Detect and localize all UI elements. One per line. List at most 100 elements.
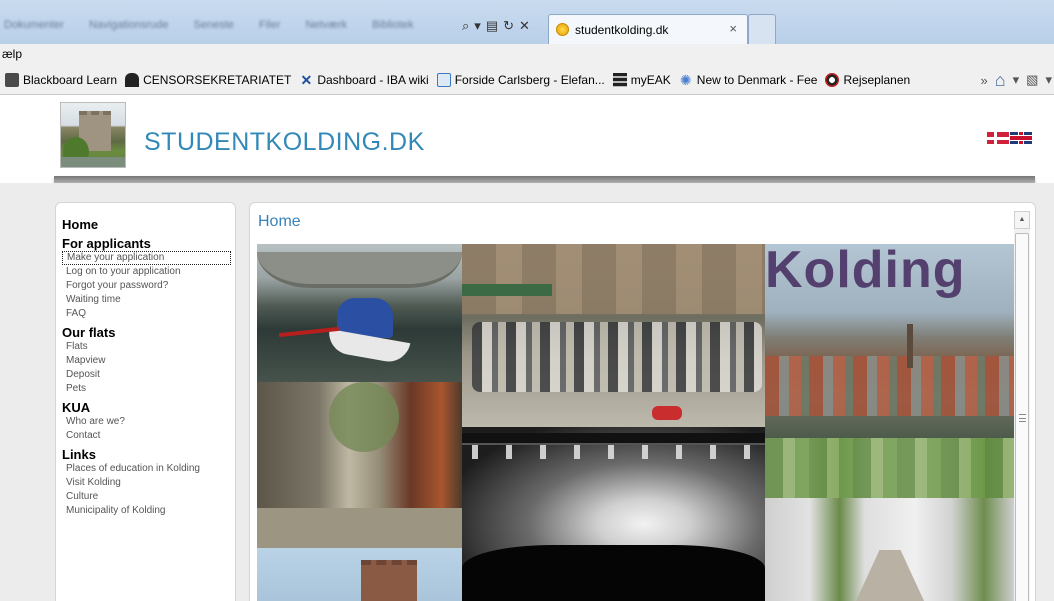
favorite-label: Blackboard Learn <box>23 72 118 87</box>
wiki-icon: ✕ <box>300 71 313 88</box>
blurred-tab-label: Dokumenter <box>4 19 64 31</box>
myeak-icon <box>612 72 627 87</box>
favorite-iba-wiki[interactable]: ✕ Dashboard - IBA wiki <box>299 73 428 87</box>
sidebar-nav: Home For applicants Make your applicatio… <box>55 202 236 601</box>
blurred-tab-label: Filer <box>258 19 281 31</box>
favorites-bar: Blackboard Learn CENSORSEKRETARIATET ✕ D… <box>0 65 1054 95</box>
favorite-new-to-denmark[interactable]: ✺ New to Denmark - Fee <box>679 73 818 87</box>
favorite-label: New to Denmark - Fee <box>696 72 818 87</box>
nav-item-make-application[interactable]: Make your application <box>62 251 231 265</box>
nav-item-who-are-we[interactable]: Who are we? <box>62 415 235 429</box>
vines-shape <box>765 438 1014 498</box>
photo-alley <box>257 382 462 548</box>
photo-canoe <box>257 244 462 382</box>
active-browser-tab[interactable]: studentkolding.dk × <box>548 14 748 44</box>
nav-item-contact[interactable]: Contact <box>62 429 235 443</box>
rejseplanen-icon <box>825 72 840 87</box>
favorite-label: CENSORSEKRETARIATET <box>143 72 292 87</box>
favorite-label: Forside Carlsberg - Elefan... <box>454 72 605 87</box>
address-bar-tools: ⌕ ▾ ▤ ↻ ✕ <box>462 16 530 36</box>
nav-item-visit-kolding[interactable]: Visit Kolding <box>62 476 235 490</box>
favorite-carlsberg[interactable]: Forside Carlsberg - Elefan... <box>436 72 605 87</box>
site-title[interactable]: STUDENTKOLDING.DK <box>144 128 425 157</box>
cobblestone-shape <box>257 508 462 548</box>
compat-icon[interactable]: ▤ <box>486 18 498 34</box>
nav-section-links[interactable]: Links <box>62 447 235 462</box>
flowers-shape <box>652 406 682 420</box>
favorite-rejseplanen[interactable]: Rejseplanen <box>825 72 911 87</box>
favorite-label: Dashboard - IBA wiki <box>317 72 429 87</box>
nav-home[interactable]: Home <box>62 217 235 232</box>
favorite-label: myEAK <box>630 72 671 87</box>
menu-help[interactable]: ælp <box>2 47 22 61</box>
kolding-word: Kolding <box>765 244 966 299</box>
danish-flag-icon[interactable] <box>987 132 1009 144</box>
stop-icon[interactable]: ✕ <box>519 18 530 34</box>
blurred-tab-area: Dokumenter Navigationsrude Seneste Filer… <box>0 14 460 36</box>
tree-shape <box>329 382 399 452</box>
crowd-silhouette-shape <box>462 545 765 601</box>
menu-bar: ælp <box>0 44 1054 65</box>
nav-section-for-applicants[interactable]: For applicants <box>62 236 235 251</box>
web-page: STUDENTKOLDING.DK Home For applicants Ma… <box>0 96 1054 601</box>
nav-item-faq[interactable]: FAQ <box>62 307 235 321</box>
photo-garden-columns <box>765 438 1014 601</box>
home-icon[interactable]: ⌂ <box>995 70 1006 91</box>
close-tab-icon[interactable]: × <box>729 21 737 36</box>
dropdown-icon[interactable]: ▾ <box>474 18 481 34</box>
gear-sun-icon: ✺ <box>679 71 692 88</box>
site-favicon-icon <box>556 23 569 36</box>
photo-concert <box>462 427 765 601</box>
feed-dropdown-icon[interactable]: ▾ <box>1045 72 1052 88</box>
favorite-censorsekretariatet[interactable]: CENSORSEKRETARIATET <box>125 72 292 87</box>
blurred-tab-label: Bibliotek <box>372 19 414 31</box>
blurred-tab-label: Navigationsrude <box>88 19 169 31</box>
nav-item-mapview[interactable]: Mapview <box>62 354 235 368</box>
nav-item-deposit[interactable]: Deposit <box>62 368 235 382</box>
photo-town-square-cafe <box>462 244 765 427</box>
site-logo-photo[interactable] <box>60 102 126 168</box>
browser-tab-strip: Dokumenter Navigationsrude Seneste Filer… <box>0 0 1054 44</box>
nav-item-waiting-time[interactable]: Waiting time <box>62 293 235 307</box>
ie-page-icon <box>436 72 451 87</box>
scroll-up-arrow-icon[interactable]: ▲ <box>1014 211 1030 229</box>
page-title: Home <box>258 213 301 230</box>
photo-kolding-aerial: Kolding <box>765 244 1014 438</box>
nav-item-municipality[interactable]: Municipality of Kolding <box>62 504 235 518</box>
vertical-scrollbar[interactable]: ▲ <box>1014 211 1030 601</box>
nav-item-culture[interactable]: Culture <box>62 490 235 504</box>
favorite-blackboard[interactable]: Blackboard Learn <box>5 72 118 87</box>
tab-title: studentkolding.dk <box>575 22 669 37</box>
rooftops-shape <box>765 356 1014 416</box>
nav-item-flats[interactable]: Flats <box>62 340 235 354</box>
favorite-myeak[interactable]: myEAK <box>612 72 671 87</box>
nav-section-our-flats[interactable]: Our flats <box>62 325 235 340</box>
scrollbar-thumb[interactable] <box>1015 233 1029 601</box>
site-header: STUDENTKOLDING.DK <box>0 96 1054 176</box>
command-bar: » ⌂ ▾ ▧ ▾ <box>981 65 1054 95</box>
new-tab-button[interactable] <box>748 14 776 44</box>
nav-item-pets[interactable]: Pets <box>62 382 235 396</box>
more-favorites-icon[interactable]: » <box>981 73 988 88</box>
grip-icon <box>1019 414 1026 422</box>
blurred-tab-label: Netværk <box>305 19 347 31</box>
search-icon[interactable]: ⌕ <box>462 18 469 34</box>
header-divider <box>54 176 1035 183</box>
nav-item-forgot-password[interactable]: Forgot your password? <box>62 279 235 293</box>
nav-item-log-on[interactable]: Log on to your application <box>62 265 235 279</box>
blurred-tab-label: Seneste <box>193 19 234 31</box>
favorite-label: Rejseplanen <box>843 72 911 87</box>
nav-item-places-of-education[interactable]: Places of education in Kolding <box>62 462 235 476</box>
stage-lights-shape <box>472 445 755 459</box>
church-spire-shape <box>907 324 913 368</box>
refresh-icon[interactable]: ↻ <box>503 18 514 34</box>
path-shape <box>855 550 925 601</box>
nav-section-kua[interactable]: KUA <box>62 400 235 415</box>
bridge-shape <box>257 252 462 288</box>
blackboard-icon <box>5 72 19 87</box>
home-dropdown-icon[interactable]: ▾ <box>1013 72 1020 88</box>
feed-icon[interactable]: ▧ <box>1026 72 1038 88</box>
photo-tower <box>257 548 462 601</box>
uk-flag-icon[interactable] <box>1010 132 1032 144</box>
cafe-crowd-shape <box>472 322 762 392</box>
